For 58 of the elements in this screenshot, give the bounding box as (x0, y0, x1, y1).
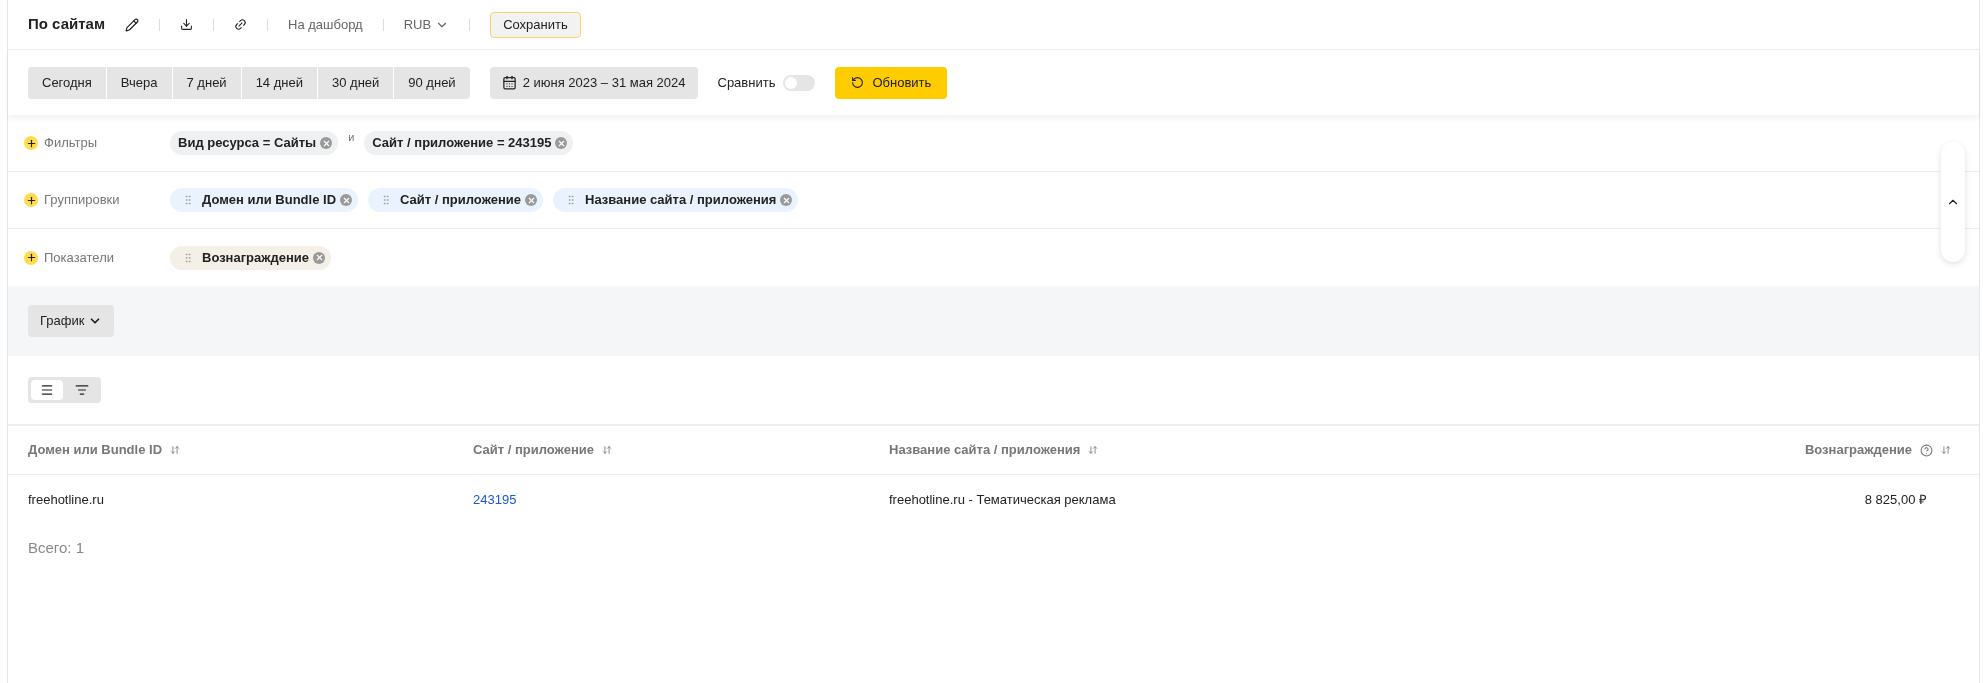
table-link[interactable]: 243195 (473, 492, 517, 508)
date-range-button[interactable]: 2 июня 2023 – 31 мая 2024 (489, 66, 698, 99)
chip[interactable]: Сайт / приложение = 243195 (364, 131, 574, 155)
grip-icon[interactable] (565, 194, 577, 206)
sort-icon[interactable] (601, 445, 612, 455)
refresh-icon (851, 76, 865, 89)
period-button[interactable]: 90 дней (394, 66, 470, 99)
page-title: По сайтам (28, 14, 105, 35)
dashboard-link[interactable]: На дашборд (288, 14, 363, 35)
help-icon[interactable] (1920, 443, 1933, 457)
add-icon[interactable] (24, 250, 38, 265)
download-icon[interactable] (180, 18, 193, 31)
table-cell: 8 825,00 ₽ (1864, 492, 1927, 508)
period-button[interactable]: Сегодня (28, 66, 106, 99)
column-header[interactable]: Сайт / приложение (473, 440, 594, 460)
grip-icon[interactable] (182, 251, 194, 264)
section-label: Показатели (44, 248, 114, 267)
period-button[interactable]: 30 дней (317, 66, 394, 99)
add-icon[interactable] (24, 193, 38, 207)
remove-icon[interactable] (780, 194, 793, 206)
chip[interactable]: Название сайта / приложения (553, 188, 799, 212)
remove-icon[interactable] (555, 137, 568, 149)
compare-switch[interactable] (783, 74, 816, 91)
chip[interactable]: Сайт / приложение (368, 188, 543, 212)
column-header[interactable]: Вознаграждение (1804, 440, 1912, 460)
save-button[interactable]: Сохранить (490, 11, 581, 38)
column-header[interactable]: Домен или Bundle ID (28, 440, 163, 460)
chip[interactable]: Домен или Bundle ID (170, 188, 359, 212)
sort-icon[interactable] (1088, 445, 1099, 455)
connector-text: и (348, 129, 355, 145)
period-button[interactable]: 7 дней (172, 66, 241, 99)
list-icon (40, 383, 54, 397)
calendar-icon (501, 75, 517, 90)
table-cell: freehotline.ru (28, 492, 104, 508)
add-icon[interactable] (24, 136, 38, 150)
view-toggle-option[interactable] (31, 380, 63, 400)
sort-icon[interactable] (1941, 445, 1951, 455)
section-label: Группировки (44, 191, 120, 210)
tree-icon (75, 383, 89, 397)
table-cell: freehotline.ru - Тематическая реклама (889, 492, 1116, 508)
remove-icon[interactable] (313, 251, 326, 264)
total-count: Всего: 1 (28, 539, 84, 556)
period-button[interactable]: 14 дней (241, 66, 317, 99)
pencil-icon[interactable] (125, 17, 139, 32)
column-header[interactable]: Название сайта / приложения (889, 440, 1081, 460)
section-label: Фильтры (44, 134, 97, 153)
currency-dropdown[interactable]: RUB (403, 14, 450, 35)
sort-icon[interactable] (170, 445, 181, 455)
chart-toggle[interactable]: График (28, 305, 115, 337)
compare-label: Сравнить (717, 73, 776, 92)
refresh-button[interactable]: Обновить (835, 66, 948, 99)
remove-icon[interactable] (340, 194, 353, 206)
chip[interactable]: Вознаграждение (170, 245, 332, 270)
period-button[interactable]: Вчера (106, 66, 172, 99)
grip-icon[interactable] (182, 194, 194, 206)
remove-icon[interactable] (525, 194, 537, 206)
chip[interactable]: Вид ресурса = Сайты (170, 131, 339, 155)
remove-icon[interactable] (320, 137, 333, 149)
